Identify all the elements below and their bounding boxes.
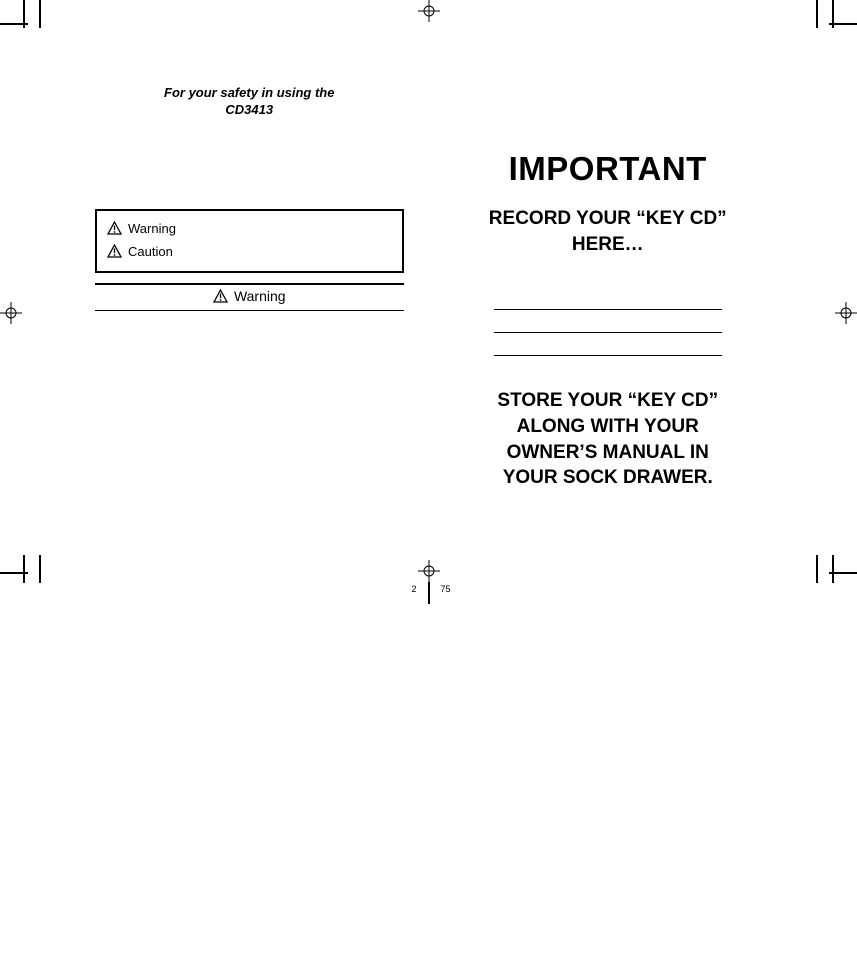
page-number-left: 2 xyxy=(411,584,416,594)
warning-divider-bar: Warning xyxy=(95,283,404,311)
crop-mark-icon xyxy=(0,572,28,574)
safety-heading-line2: CD3413 xyxy=(225,102,273,117)
right-page: IMPORTANT RECORD YOUR “KEY CD” HERE… STO… xyxy=(429,40,788,594)
record-line2: HERE… xyxy=(572,234,644,255)
blank-line[interactable] xyxy=(494,287,723,310)
warning-triangle-icon xyxy=(107,244,122,258)
crop-mark-icon xyxy=(829,572,857,574)
two-page-spread: For your safety in using the CD3413 Warn… xyxy=(70,40,787,594)
crop-mark-icon xyxy=(39,0,41,28)
crop-mark-icon xyxy=(832,555,834,583)
blank-line[interactable] xyxy=(494,333,723,356)
registration-mark-right-icon xyxy=(835,302,857,324)
registration-mark-left-icon xyxy=(0,302,22,324)
crop-mark-icon xyxy=(829,23,857,25)
crop-mark-icon xyxy=(39,555,41,583)
warning-row: Warning xyxy=(107,217,392,240)
important-heading: IMPORTANT xyxy=(454,150,763,188)
warning-triangle-icon xyxy=(107,221,122,235)
caution-label: Caution xyxy=(128,244,173,259)
record-heading: RECORD YOUR “KEY CD” HERE… xyxy=(454,206,763,257)
registration-mark-top-icon xyxy=(418,0,440,22)
warning-triangle-icon xyxy=(213,289,228,303)
store-line1: STORE YOUR “KEY CD” xyxy=(497,390,718,411)
page-number-right: 75 xyxy=(441,584,451,594)
print-spread-page: For your safety in using the CD3413 Warn… xyxy=(0,0,857,954)
safety-heading-line1: For your safety in using the xyxy=(164,85,334,100)
left-page: For your safety in using the CD3413 Warn… xyxy=(70,40,429,594)
crop-mark-icon xyxy=(816,0,818,28)
warning-caution-box: Warning Caution xyxy=(95,209,404,273)
write-in-lines xyxy=(494,287,723,356)
store-instructions: STORE YOUR “KEY CD” ALONG WITH YOUR OWNE… xyxy=(454,388,763,491)
caution-row: Caution xyxy=(107,240,392,263)
crop-mark-icon xyxy=(816,555,818,583)
store-line4: YOUR SOCK DRAWER. xyxy=(503,467,713,488)
warning-label: Warning xyxy=(128,221,176,236)
crop-mark-icon xyxy=(0,23,28,25)
store-line2: ALONG WITH YOUR xyxy=(517,416,699,437)
record-line1: RECORD YOUR “KEY CD” xyxy=(489,208,727,229)
crop-mark-icon xyxy=(23,555,25,583)
safety-heading: For your safety in using the CD3413 xyxy=(95,85,404,119)
blank-line[interactable] xyxy=(494,310,723,333)
store-line3: OWNER’S MANUAL IN xyxy=(507,442,709,463)
divider-warning-label: Warning xyxy=(234,288,286,304)
gutter-mark-icon xyxy=(428,582,430,604)
